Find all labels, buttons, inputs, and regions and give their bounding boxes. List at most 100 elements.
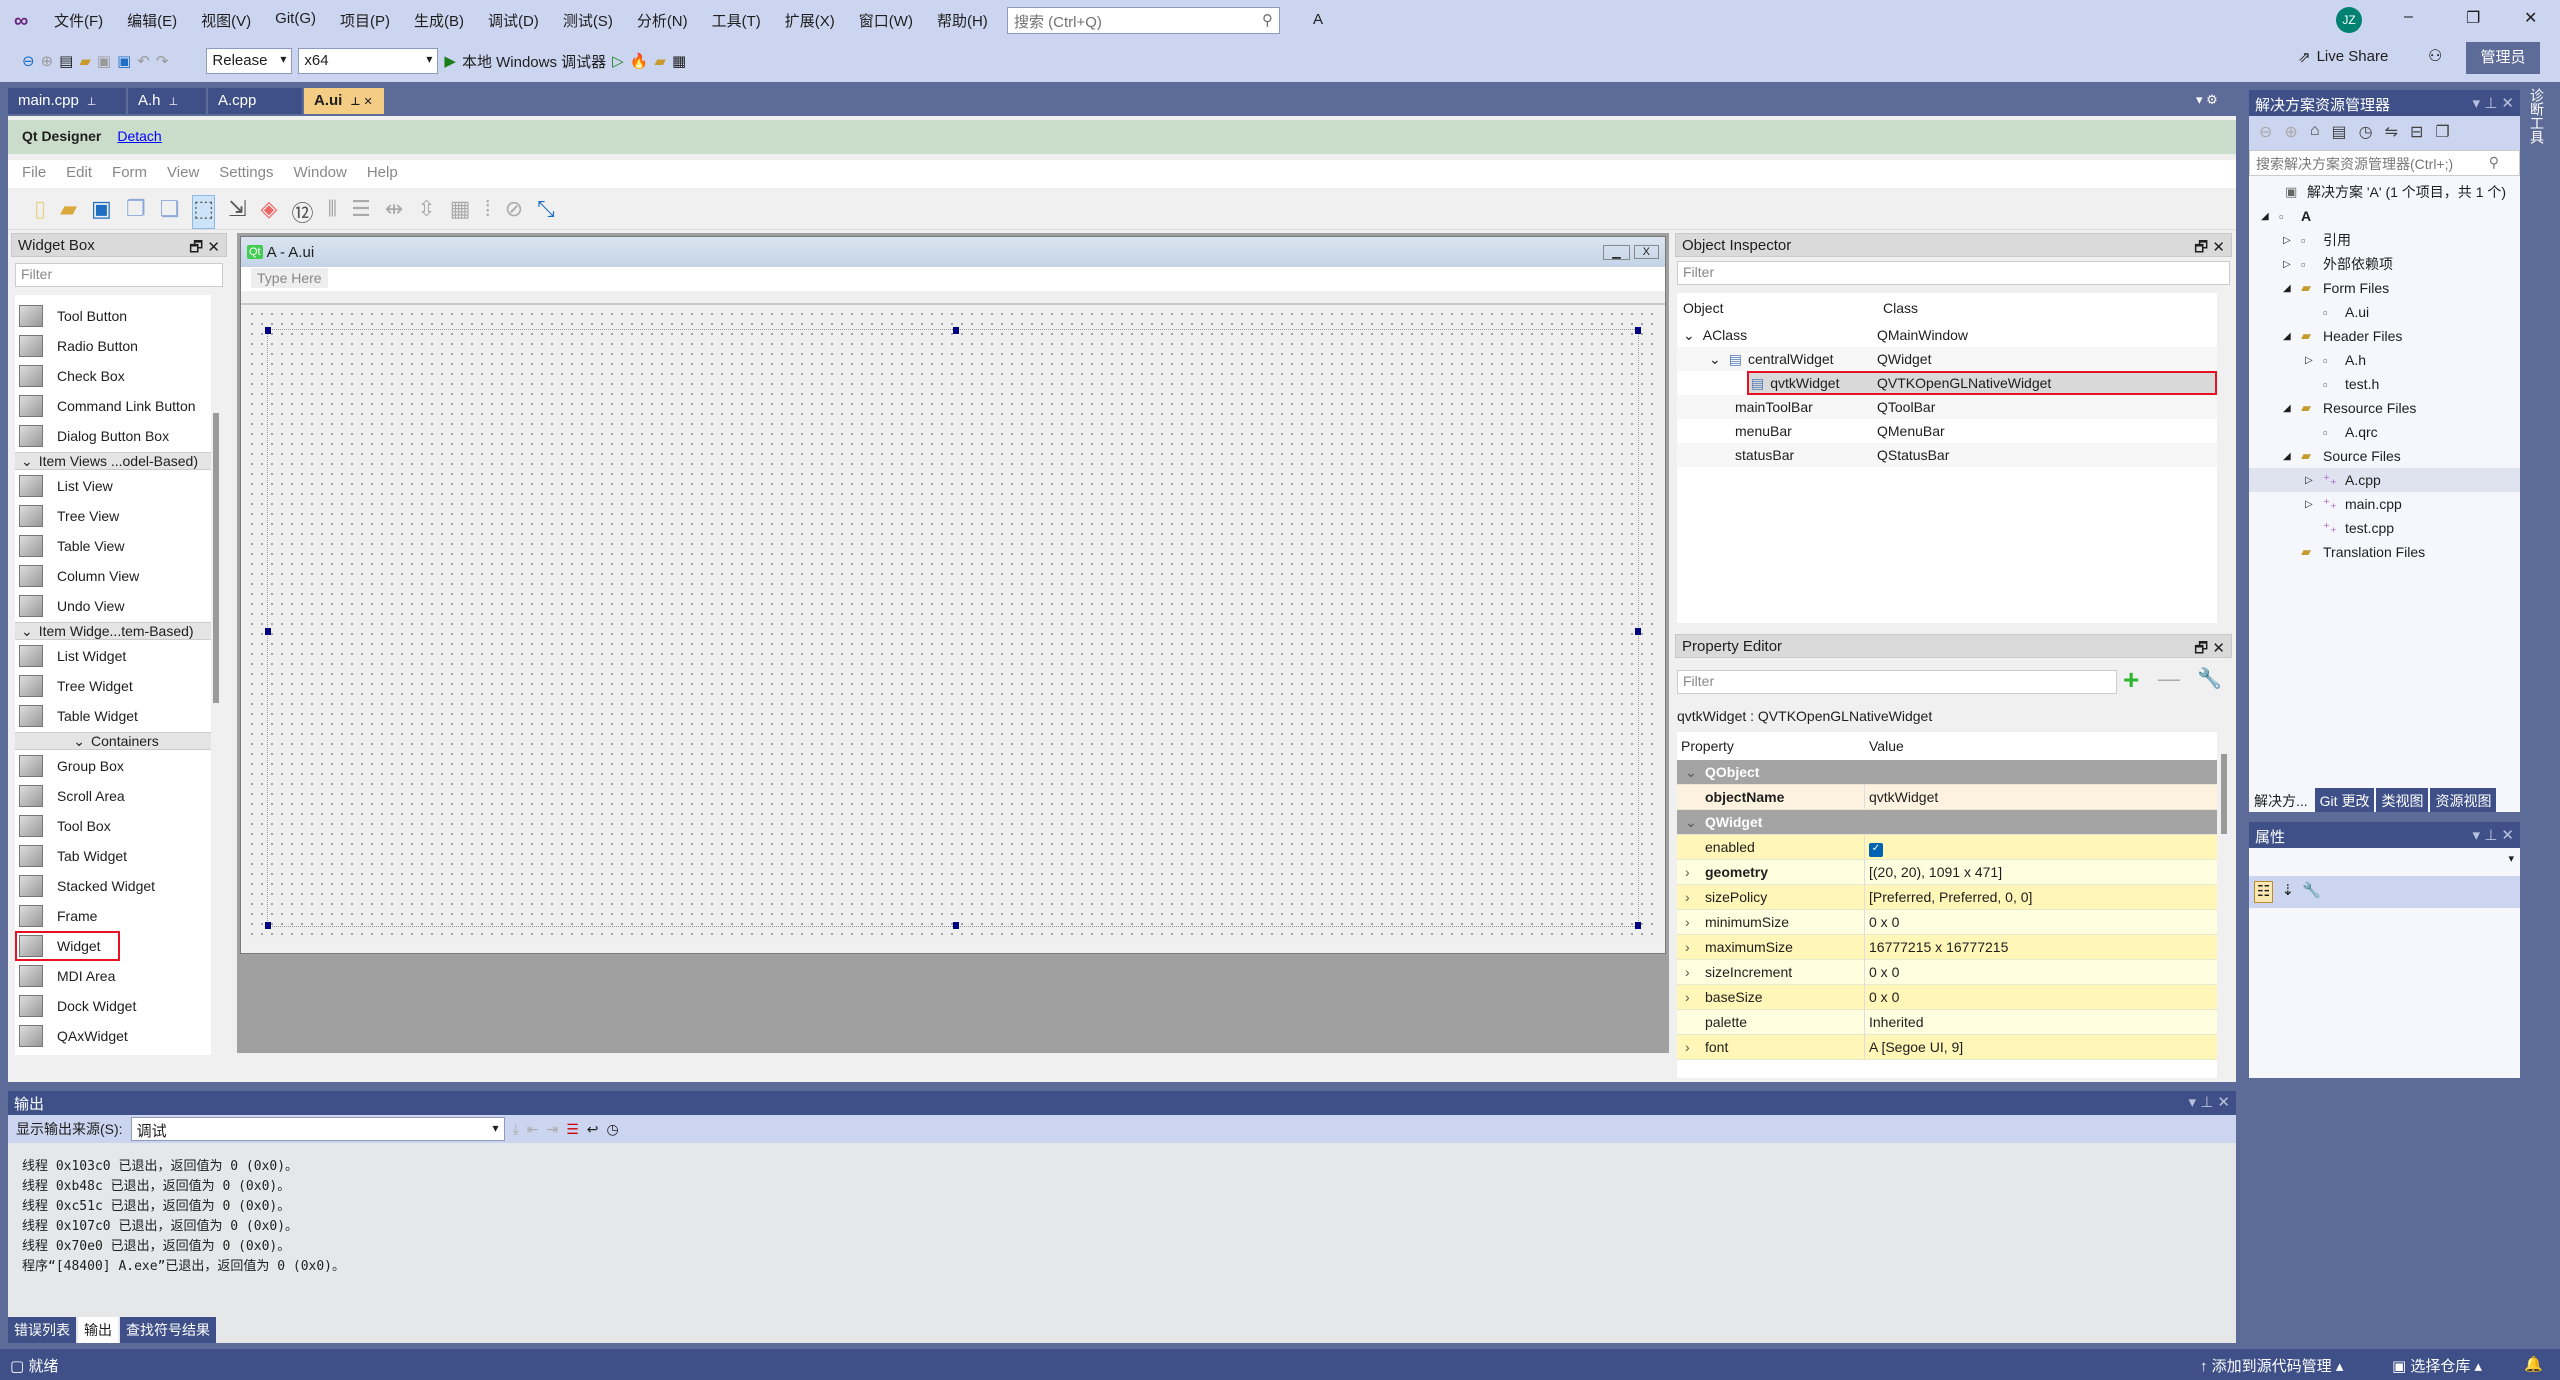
goto-line-icon[interactable]: ⤓: [513, 1121, 519, 1138]
col-class-header[interactable]: Class: [1883, 300, 1918, 316]
back-icon[interactable]: ⊖: [22, 52, 35, 70]
properties-object-dropdown[interactable]: ▾: [2249, 848, 2520, 876]
platform-dropdown[interactable]: x64: [298, 48, 439, 74]
sync-icon[interactable]: ⇋: [2385, 122, 2398, 144]
designer-menu-item[interactable]: View: [167, 164, 199, 184]
widget-item[interactable]: Undo View: [15, 591, 211, 621]
expand-arrow-icon[interactable]: ◢: [2283, 403, 2301, 414]
property-value[interactable]: ✓: [1865, 838, 1883, 857]
col-object-header[interactable]: Object: [1683, 300, 1883, 316]
widget-category[interactable]: ⌄ Item Views ...odel-Based): [15, 452, 211, 470]
save-all-icon[interactable]: ▣: [117, 52, 131, 70]
widget-item[interactable]: Frame: [15, 901, 211, 931]
widget-filter-input[interactable]: Filter: [15, 263, 223, 287]
form-minimize-button[interactable]: ▁: [1603, 244, 1630, 260]
menu-item[interactable]: 调试(D): [488, 10, 539, 31]
object-row[interactable]: mainToolBar QToolBar: [1677, 395, 2217, 419]
menu-item[interactable]: 窗口(W): [859, 10, 913, 31]
menu-item[interactable]: 扩展(X): [785, 10, 835, 31]
designer-menu-item[interactable]: Edit: [66, 164, 92, 184]
tree-item[interactable]: ▰ Translation Files: [2249, 540, 2520, 564]
menu-item[interactable]: 编辑(E): [127, 10, 177, 31]
checkbox-checked-icon[interactable]: ✓: [1869, 842, 1883, 857]
tree-item[interactable]: ▫ A.ui: [2249, 300, 2520, 324]
tree-item[interactable]: ◢ ▫ A: [2249, 204, 2520, 228]
resize-handle[interactable]: [1635, 327, 1641, 334]
restore-button[interactable]: ❐: [2466, 8, 2480, 28]
feedback-icon[interactable]: ⚇: [2428, 46, 2442, 66]
resize-handle[interactable]: [265, 922, 271, 929]
chevron-right-icon[interactable]: ›: [1685, 889, 1690, 905]
output-tab[interactable]: 错误列表: [8, 1317, 76, 1343]
tree-item[interactable]: ▷ ⁺₊ main.cpp: [2249, 492, 2520, 516]
expand-arrow-icon[interactable]: ▷: [2305, 499, 2323, 510]
property-filter-input[interactable]: Filter: [1677, 670, 2117, 694]
widget-item[interactable]: QAxWidget: [15, 1021, 211, 1051]
detach-link[interactable]: Detach: [117, 128, 161, 144]
select-repo-button[interactable]: ▣ 选择仓库 ▴: [2392, 1355, 2482, 1376]
widget-item[interactable]: Stacked Widget: [15, 871, 211, 901]
output-tab[interactable]: 查找符号结果: [120, 1317, 216, 1343]
object-filter-input[interactable]: Filter: [1677, 261, 2230, 285]
widget-item[interactable]: Table Widget: [15, 701, 211, 731]
pending-changes-icon[interactable]: ◷: [2359, 122, 2373, 144]
edit-widgets-icon[interactable]: ⬚: [192, 195, 216, 229]
hot-reload-icon[interactable]: 🔥: [630, 52, 649, 70]
redo-icon[interactable]: ↷: [156, 52, 169, 70]
remove-property-icon[interactable]: —: [2158, 666, 2180, 692]
tree-item[interactable]: ◢ ▰ Header Files: [2249, 324, 2520, 348]
property-row[interactable]: › font A [Segoe UI, 9]: [1677, 1035, 2217, 1060]
property-group[interactable]: ⌄ QObject: [1677, 760, 2217, 785]
run-without-debug-icon[interactable]: ▷: [612, 52, 624, 70]
timestamp-icon[interactable]: ◷: [607, 1121, 619, 1138]
property-row[interactable]: › baseSize 0 x 0: [1677, 985, 2217, 1010]
designer-menu-item[interactable]: Settings: [219, 164, 273, 184]
object-row[interactable]: ⌄ AClass QMainWindow: [1677, 323, 2217, 347]
expand-arrow-icon[interactable]: ▷: [2283, 235, 2301, 246]
chevron-down-icon[interactable]: ⌄: [1683, 327, 1695, 343]
widget-item[interactable]: Tool Button: [15, 301, 211, 331]
menu-item[interactable]: 项目(P): [340, 10, 390, 31]
tree-item[interactable]: ▷ ⁺₊ A.cpp: [2249, 468, 2520, 492]
tree-item[interactable]: ▫ test.h: [2249, 372, 2520, 396]
solution-tab[interactable]: 类视图: [2376, 788, 2429, 812]
doc-tab[interactable]: A.ui ⊥ ✕: [304, 88, 384, 114]
tree-item[interactable]: ▣ 解决方案 'A' (1 个项目，共 1 个): [2249, 180, 2520, 204]
widget-item[interactable]: Dock Widget: [15, 991, 211, 1021]
object-row[interactable]: ▤ qvtkWidget QVTKOpenGLNativeWidget: [1747, 371, 2217, 395]
widget-item[interactable]: Scroll Area: [15, 781, 211, 811]
widget-item[interactable]: Dialog Button Box: [15, 421, 211, 451]
widget-item[interactable]: List Widget: [15, 641, 211, 671]
bring-to-front-icon[interactable]: ❏: [160, 196, 180, 228]
undo-icon[interactable]: ↶: [137, 52, 150, 70]
avatar[interactable]: JZ: [2336, 7, 2362, 33]
layout-h-splitter-icon[interactable]: ⇹: [385, 196, 403, 228]
property-scrollbar[interactable]: [2221, 754, 2227, 834]
config-dropdown[interactable]: Release: [206, 48, 293, 74]
solution-tab[interactable]: 资源视图: [2430, 788, 2497, 812]
pane-controls-icon[interactable]: ▾ ⊥ ✕: [2473, 826, 2515, 844]
adjust-size-icon[interactable]: ⤡: [537, 196, 555, 228]
chevron-right-icon[interactable]: ›: [1685, 964, 1690, 980]
tree-item[interactable]: ▷ ▫ 外部依赖项: [2249, 252, 2520, 276]
property-value[interactable]: 16777215 x 16777215: [1865, 939, 2008, 955]
tree-item[interactable]: ▷ ▫ A.h: [2249, 348, 2520, 372]
menu-item[interactable]: 文件(F): [54, 10, 103, 31]
type-here-menu[interactable]: Type Here: [251, 268, 328, 288]
search-box[interactable]: 搜索 (Ctrl+Q) ⚲: [1007, 7, 1280, 34]
chevron-right-icon[interactable]: ›: [1685, 989, 1690, 1005]
property-row[interactable]: › sizeIncrement 0 x 0: [1677, 960, 2217, 985]
widget-item[interactable]: Tree Widget: [15, 671, 211, 701]
play-icon[interactable]: ▶: [444, 52, 456, 70]
menu-item[interactable]: 工具(T): [712, 10, 761, 31]
property-value[interactable]: [Preferred, Preferred, 0, 0]: [1865, 889, 2032, 905]
widget-item[interactable]: Tab Widget: [15, 841, 211, 871]
edit-buddies-icon[interactable]: ◈: [261, 196, 278, 228]
expand-arrow-icon[interactable]: ◢: [2261, 211, 2279, 222]
clear-all-icon[interactable]: ☰: [566, 1121, 579, 1138]
doc-tab[interactable]: main.cpp ⊥: [8, 88, 126, 114]
forward-icon[interactable]: ⊕: [2284, 122, 2297, 144]
widget-item[interactable]: Table View: [15, 531, 211, 561]
add-source-control-button[interactable]: ↑ 添加到源代码管理 ▴: [2200, 1355, 2343, 1376]
resize-handle[interactable]: [1635, 922, 1641, 929]
